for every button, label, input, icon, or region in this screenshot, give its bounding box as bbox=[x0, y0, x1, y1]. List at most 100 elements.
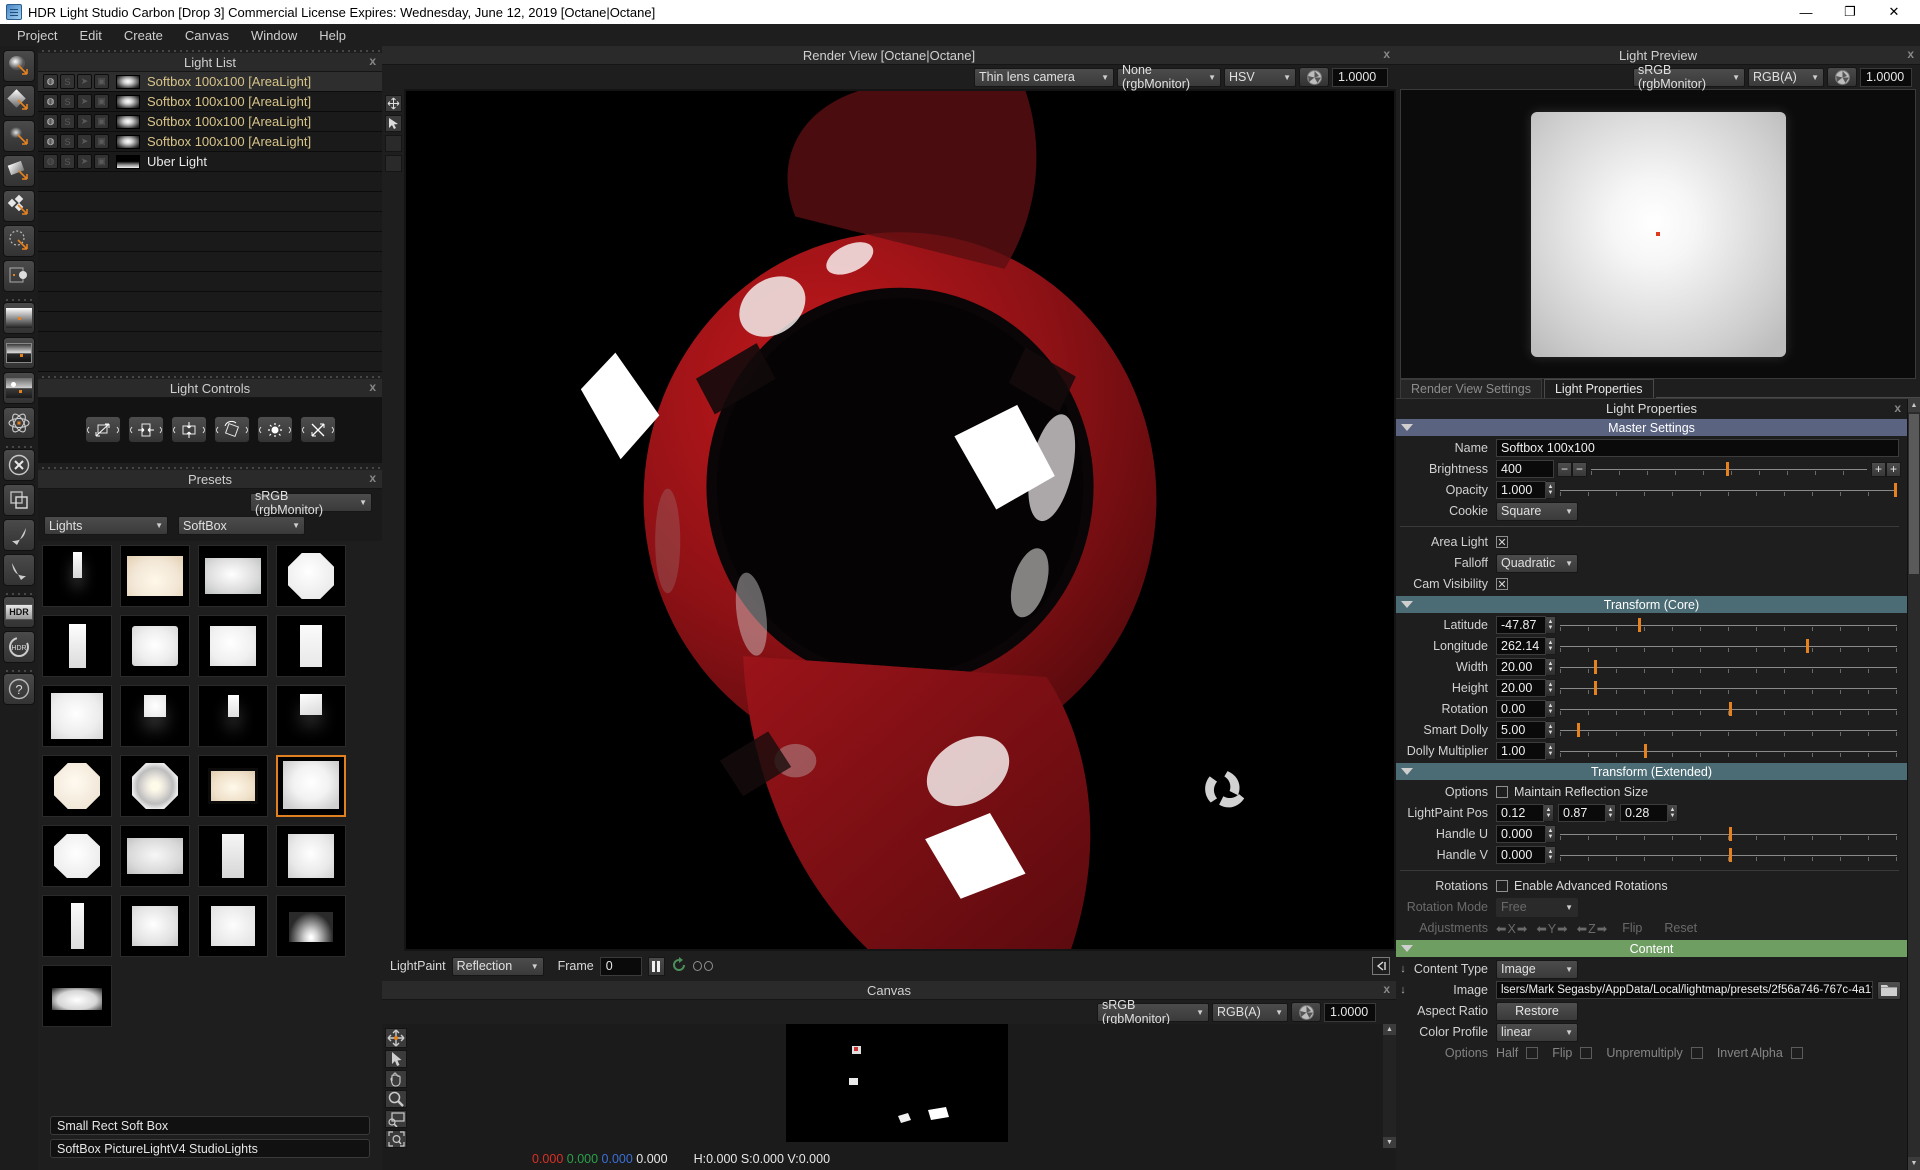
hdr-cycle-icon[interactable]: HDR bbox=[3, 631, 35, 663]
opacity-input[interactable]: 1.000 bbox=[1496, 481, 1546, 499]
move-tool-icon[interactable] bbox=[384, 95, 402, 112]
brightness-slider[interactable] bbox=[1591, 460, 1867, 478]
dolly-multiplier-slider[interactable] bbox=[1560, 742, 1897, 760]
table-row[interactable]: ◍ S ➤ ▣ Uber Light bbox=[38, 152, 382, 172]
preset-thumb-octagon[interactable] bbox=[276, 545, 346, 607]
list-item[interactable] bbox=[38, 292, 382, 312]
rotation-input[interactable]: 0.00 bbox=[1496, 700, 1546, 718]
preset-thumb-spot-burst[interactable] bbox=[276, 895, 346, 957]
panel-grip-top[interactable] bbox=[38, 46, 382, 53]
render-channel-select[interactable]: HSV ▼ bbox=[1224, 67, 1296, 87]
preset-thumb-warm-rect[interactable] bbox=[120, 545, 190, 607]
solo-toggle[interactable]: S bbox=[60, 94, 75, 109]
list-item[interactable] bbox=[38, 312, 382, 332]
aperture-icon[interactable] bbox=[1291, 1002, 1321, 1022]
select-toggle[interactable]: ➤ bbox=[77, 74, 92, 89]
solo-toggle[interactable]: S bbox=[60, 74, 75, 89]
aperture-icon[interactable] bbox=[1299, 67, 1329, 87]
panel-grip-presets[interactable] bbox=[38, 463, 382, 470]
smart-dolly-stepper[interactable]: ▲ ▼ bbox=[1546, 721, 1556, 739]
falloff-select[interactable]: Quadratic ▼ bbox=[1496, 553, 1578, 573]
canvas-colorspace-select[interactable]: sRGB (rgbMonitor) ▼ bbox=[1097, 998, 1209, 1026]
latitude-input[interactable]: -47.87 bbox=[1496, 616, 1546, 634]
brightness-plus-big-button[interactable]: + bbox=[1886, 461, 1901, 477]
lock-toggle[interactable]: ▣ bbox=[94, 74, 109, 89]
soft-box-icon[interactable] bbox=[3, 120, 35, 152]
presets-subcategory-select[interactable]: SoftBox ▼ bbox=[178, 516, 305, 535]
brightness-minus-button[interactable]: − bbox=[1557, 461, 1572, 477]
smart-dolly-slider-handle[interactable] bbox=[1576, 723, 1580, 737]
preview-exposure-field[interactable]: 1.0000 bbox=[1860, 67, 1912, 87]
menu-item-window[interactable]: Window bbox=[240, 26, 308, 45]
presets-colorspace-select[interactable]: sRGB (rgbMonitor) ▼ bbox=[250, 489, 372, 517]
list-item[interactable] bbox=[38, 212, 382, 232]
brightness-control-icon[interactable] bbox=[256, 416, 293, 443]
handle-v-stepper[interactable]: ▲ ▼ bbox=[1546, 846, 1556, 864]
unpremultiply-checkbox[interactable] bbox=[1690, 1047, 1703, 1059]
solo-toggle[interactable]: S bbox=[60, 114, 75, 129]
table-row[interactable]: ◍ S ➤ ▣ Softbox 100x100 [AreaLight] bbox=[38, 72, 382, 92]
handle-u-stepper[interactable]: ▲ ▼ bbox=[1546, 825, 1556, 843]
presets-grid[interactable] bbox=[38, 541, 382, 1112]
preset-thumb-square-soft[interactable] bbox=[120, 615, 190, 677]
brightness-minus-small-button[interactable]: − bbox=[1572, 461, 1587, 477]
menu-item-help[interactable]: Help bbox=[308, 26, 357, 45]
spot-light-icon[interactable] bbox=[3, 225, 35, 257]
width-slider[interactable] bbox=[1560, 658, 1897, 676]
scroll-up-arrow-icon[interactable]: ▲ bbox=[1908, 399, 1920, 412]
preset-thumb-rect-soft[interactable] bbox=[120, 895, 190, 957]
lightpaint-pos-y-stepper[interactable]: ▲ ▼ bbox=[1606, 804, 1616, 822]
visibility-toggle[interactable]: ◍ bbox=[43, 154, 58, 169]
list-item[interactable] bbox=[38, 252, 382, 272]
height-input[interactable]: 20.00 bbox=[1496, 679, 1546, 697]
height-slider[interactable] bbox=[1560, 679, 1897, 697]
handle-u-slider[interactable] bbox=[1560, 825, 1897, 843]
curve-right-icon[interactable] bbox=[3, 554, 35, 586]
handle-u-input[interactable]: 0.000 bbox=[1496, 825, 1546, 843]
visibility-toggle[interactable]: ◍ bbox=[43, 94, 58, 109]
preset-thumb-selected-square[interactable] bbox=[276, 755, 346, 817]
height-control-icon[interactable] bbox=[170, 416, 207, 443]
advanced-rotations-checkbox[interactable] bbox=[1496, 880, 1508, 892]
preview-colorspace-select[interactable]: sRGB (rgbMonitor) ▼ bbox=[1633, 63, 1745, 91]
handle-u-slider-handle[interactable] bbox=[1728, 827, 1732, 841]
latitude-stepper[interactable]: ▲ ▼ bbox=[1546, 616, 1556, 634]
area-light-checkbox[interactable]: ✕ bbox=[1496, 536, 1508, 549]
preset-thumb-small-strip-glow[interactable] bbox=[198, 685, 268, 747]
curve-left-icon[interactable] bbox=[3, 519, 35, 551]
visibility-toggle[interactable]: ◍ bbox=[43, 134, 58, 149]
menu-item-canvas[interactable]: Canvas bbox=[174, 26, 240, 45]
lock-toggle[interactable]: ▣ bbox=[94, 114, 109, 129]
menu-item-create[interactable]: Create bbox=[113, 26, 174, 45]
rotation-slider-handle[interactable] bbox=[1728, 702, 1732, 716]
handle-v-slider-handle[interactable] bbox=[1728, 848, 1732, 862]
lightpaint-pos-x-stepper[interactable]: ▲ ▼ bbox=[1544, 804, 1554, 822]
light-list-close-icon[interactable]: x bbox=[369, 54, 376, 68]
presets-category-select[interactable]: Lights ▼ bbox=[44, 516, 168, 535]
select-toggle[interactable]: ➤ bbox=[77, 154, 92, 169]
camera-select[interactable]: Thin lens camera ▼ bbox=[974, 67, 1114, 87]
light-properties-close-icon[interactable]: x bbox=[1894, 401, 1901, 415]
solo-toggle[interactable]: S bbox=[60, 154, 75, 169]
longitude-input[interactable]: 262.14 bbox=[1496, 637, 1546, 655]
lightpaint-pos-z-input[interactable]: 0.28 bbox=[1620, 804, 1668, 822]
preset-thumb-vertical-soft[interactable] bbox=[198, 825, 268, 887]
hdr-icon[interactable]: HDR bbox=[3, 596, 35, 628]
list-item[interactable] bbox=[38, 192, 382, 212]
dolly-multiplier-input[interactable]: 1.00 bbox=[1496, 742, 1546, 760]
list-item[interactable] bbox=[38, 332, 382, 352]
preset-thumb-warm-box[interactable] bbox=[198, 755, 268, 817]
preset-thumb-square-bright[interactable] bbox=[276, 825, 346, 887]
select-tool-icon[interactable] bbox=[384, 115, 402, 132]
light-preview-viewport[interactable] bbox=[1400, 89, 1916, 379]
maintain-reflection-checkbox[interactable] bbox=[1496, 786, 1508, 798]
list-item[interactable] bbox=[38, 352, 382, 372]
preset-thumb-narrow-strip[interactable] bbox=[42, 545, 112, 607]
opacity-stepper[interactable]: ▲ ▼ bbox=[1546, 481, 1556, 499]
lightpaint-pos-z-stepper[interactable]: ▲ ▼ bbox=[1668, 804, 1678, 822]
height-stepper[interactable]: ▲ ▼ bbox=[1546, 679, 1556, 697]
hand-tool-icon[interactable] bbox=[385, 1070, 407, 1088]
presets-close-icon[interactable]: x bbox=[369, 471, 376, 485]
rotation-stepper[interactable]: ▲ ▼ bbox=[1546, 700, 1556, 718]
area-light-icon[interactable] bbox=[3, 85, 35, 117]
